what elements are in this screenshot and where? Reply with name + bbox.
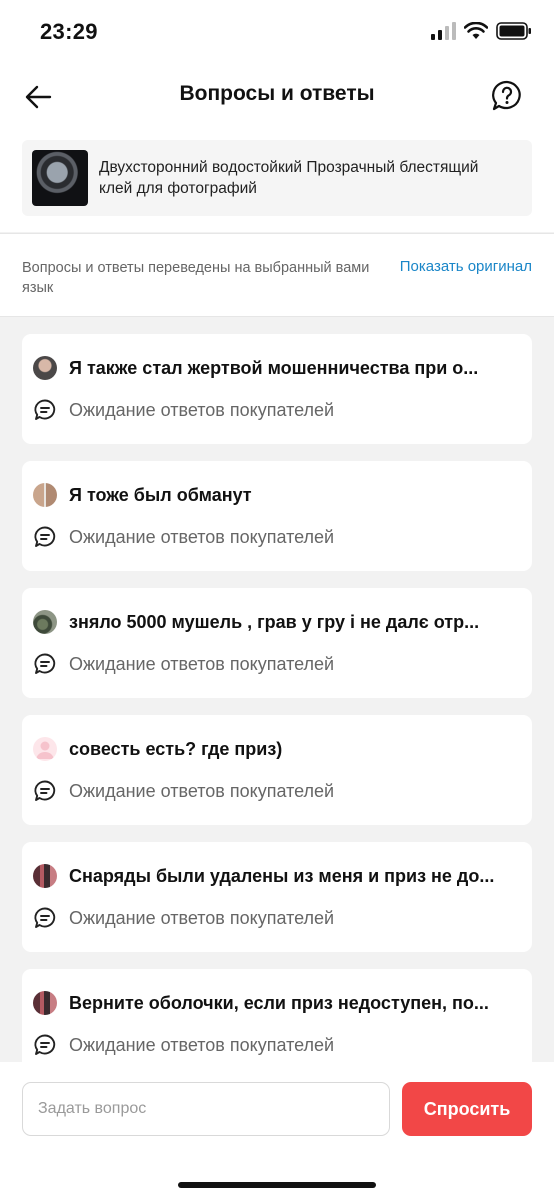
ask-question-input[interactable]	[22, 1082, 390, 1136]
avatar	[33, 991, 57, 1015]
page-title: Вопросы и ответы	[179, 82, 375, 105]
signal-icon	[431, 22, 456, 40]
chat-bubble-icon	[34, 526, 56, 547]
question-text: Я тоже был обманут	[69, 485, 252, 505]
status-time: 23:29	[40, 19, 98, 44]
answer-status: Ожидание ответов покупателей	[69, 1035, 335, 1055]
ask-button[interactable]: Спросить	[402, 1082, 532, 1136]
question-card[interactable]: Я также стал жертвой мошенничества при о…	[22, 334, 532, 444]
chat-bubble-icon	[34, 399, 56, 420]
question-text: Снаряды были удалены из меня и приз не д…	[69, 866, 495, 886]
avatar	[33, 737, 57, 761]
ask-bar: Спросить	[0, 1062, 554, 1200]
product-card[interactable]: Двухсторонний водостойкий Прозрачный бле…	[22, 140, 532, 216]
question-text: Я также стал жертвой мошенничества при о…	[69, 358, 479, 378]
chat-bubble-icon	[34, 907, 56, 928]
avatar	[33, 864, 57, 888]
default-avatar-icon	[36, 741, 54, 759]
show-original-link[interactable]: Показать оригинал	[400, 258, 532, 275]
question-card[interactable]: Верните оболочки, если приз недоступен, …	[22, 969, 532, 1062]
chat-bubble-icon	[34, 1034, 56, 1055]
status-icons	[430, 22, 532, 40]
chat-bubble-icon	[34, 780, 56, 801]
avatar	[33, 610, 57, 634]
chat-bubble-icon	[34, 653, 56, 674]
answer-status: Ожидание ответов покупателей	[69, 400, 335, 420]
question-bubble-icon[interactable]	[490, 79, 524, 113]
home-indicator	[178, 1182, 376, 1188]
product-thumbnail	[32, 150, 88, 206]
battery-icon	[496, 22, 531, 40]
question-card[interactable]: зняло 5000 мушель , грав у гру і не далє…	[22, 588, 532, 698]
product-section: Двухсторонний водостойкий Прозрачный бле…	[0, 132, 554, 232]
question-text: зняло 5000 мушель , грав у гру і не далє…	[69, 612, 480, 632]
avatar	[33, 483, 57, 507]
header: Вопросы и ответы	[0, 66, 554, 132]
questions-list: Я также стал жертвой мошенничества при о…	[22, 334, 532, 1062]
answer-status: Ожидание ответов покупателей	[69, 654, 335, 674]
product-title: Двухсторонний водостойкий Прозрачный бле…	[99, 159, 479, 197]
wifi-icon	[464, 22, 488, 39]
avatar	[33, 356, 57, 380]
status-bar: 23:29	[0, 0, 554, 66]
answer-status: Ожидание ответов покупателей	[69, 781, 335, 801]
question-text: совесть есть? где приз)	[69, 739, 283, 759]
question-card[interactable]: совесть есть? где приз) Ожидание ответов…	[22, 715, 532, 825]
question-text: Верните оболочки, если приз недоступен, …	[69, 993, 489, 1013]
question-card[interactable]: Я тоже был обманут Ожидание ответов поку…	[22, 461, 532, 571]
translation-notice: Вопросы и ответы переведены на выбранный…	[0, 233, 554, 317]
question-card[interactable]: Снаряды были удалены из меня и приз не д…	[22, 842, 532, 952]
answer-status: Ожидание ответов покупателей	[69, 527, 335, 547]
translation-notice-text: Вопросы и ответы переведены на выбранный…	[22, 260, 370, 296]
answer-status: Ожидание ответов покупателей	[69, 908, 335, 928]
